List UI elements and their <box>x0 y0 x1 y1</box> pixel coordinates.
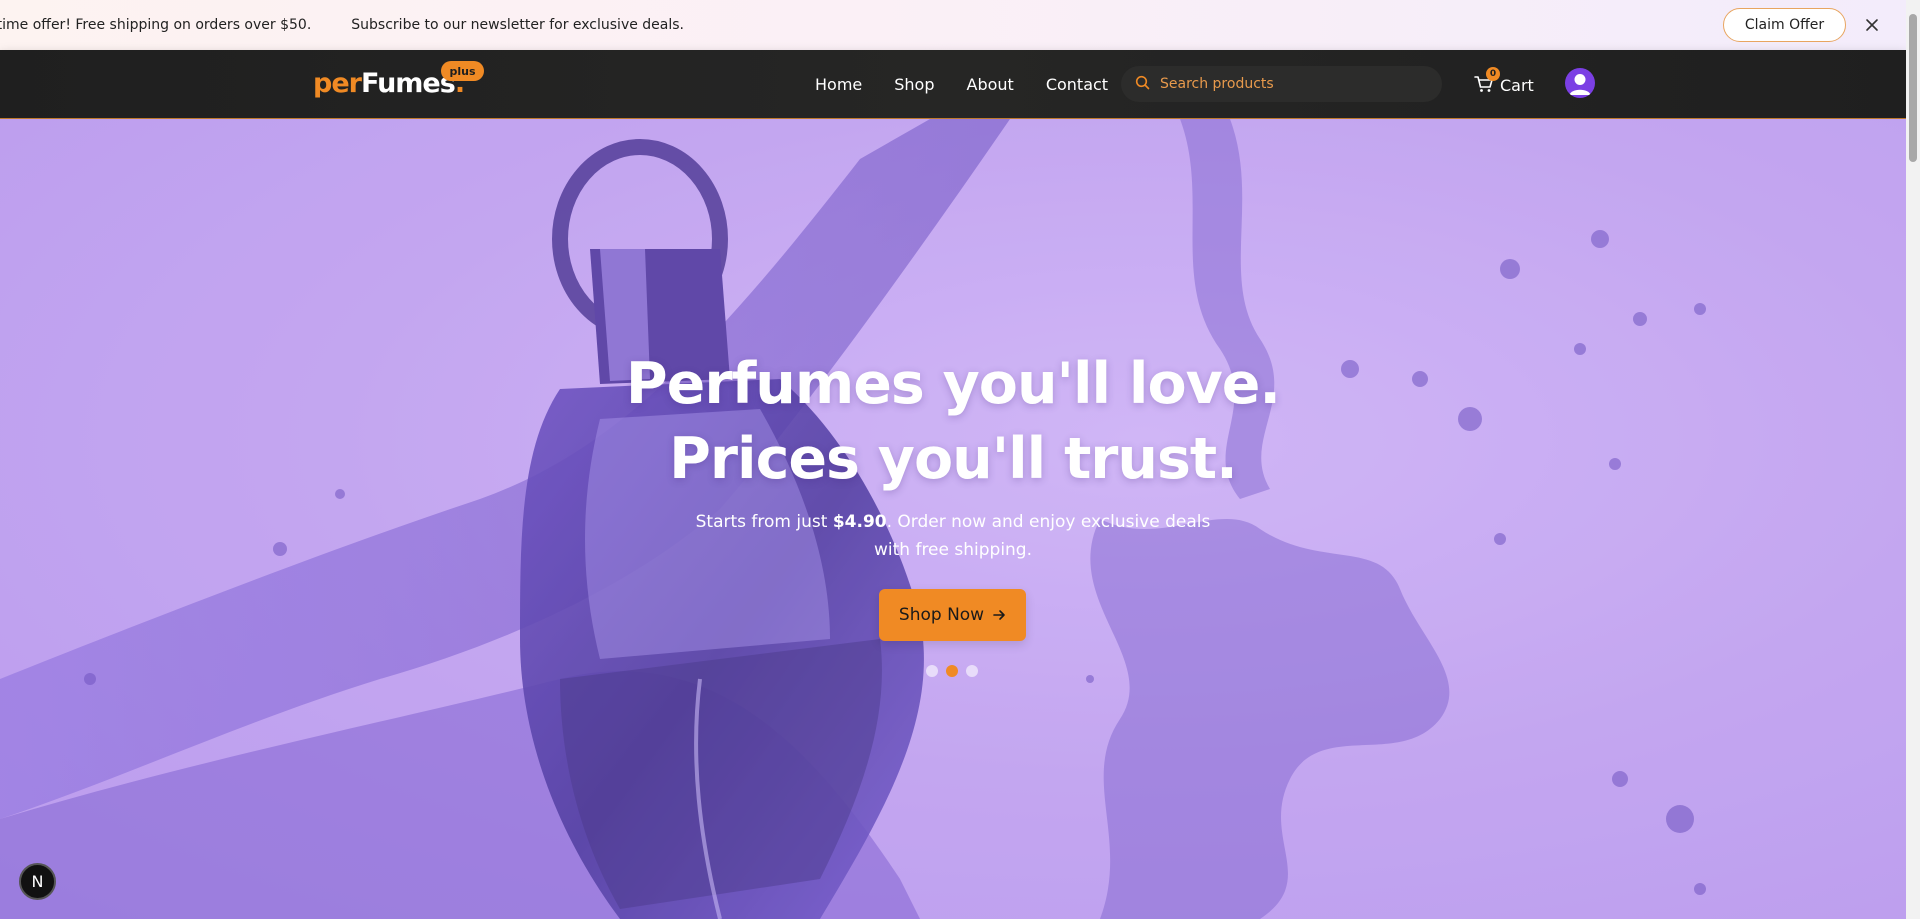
nav-home-link[interactable]: Home <box>815 75 862 94</box>
hero-title-line1: Perfumes you'll love. <box>625 351 1281 417</box>
cart-label: Cart <box>1500 75 1534 95</box>
search-bar[interactable] <box>1121 66 1442 102</box>
search-icon <box>1135 75 1150 94</box>
cart-button[interactable]: 0 Cart <box>1474 67 1534 100</box>
announcement-marquee: Limited time offer! Free shipping on ord… <box>0 0 724 50</box>
nav-contact-link[interactable]: Contact <box>1046 75 1108 94</box>
user-avatar[interactable] <box>1565 68 1595 98</box>
search-input[interactable] <box>1160 76 1420 92</box>
hero-price: $4.90 <box>832 512 887 532</box>
nav-links: Home Shop About Contact <box>815 50 1108 119</box>
announcement-message: Limited time offer! Free shipping on ord… <box>0 17 312 33</box>
main-navbar: perFumes. plus Home Shop About Contact 0… <box>0 50 1906 119</box>
shop-now-button[interactable]: Shop Now <box>879 589 1026 641</box>
close-icon[interactable] <box>1862 15 1882 35</box>
scrollbar-thumb[interactable] <box>1909 14 1917 162</box>
nextjs-dev-badge[interactable]: N <box>19 863 56 900</box>
hero-subtitle: Starts from just $4.90. Order now and en… <box>675 508 1231 564</box>
nav-shop-link[interactable]: Shop <box>894 75 934 94</box>
cart-count-badge: 0 <box>1486 67 1500 81</box>
hero-subtitle-prefix: Starts from just <box>695 512 833 532</box>
cart-icon: 0 <box>1474 67 1500 96</box>
carousel-dot-2[interactable] <box>946 665 958 677</box>
hero-subtitle-suffix: . Order now and enjoy exclusive deals wi… <box>873 512 1211 560</box>
announcement-message: Subscribe to our newsletter for exclusiv… <box>351 17 685 33</box>
carousel-dots <box>926 665 986 677</box>
page-scrollbar[interactable] <box>1906 0 1920 919</box>
arrow-right-icon <box>992 608 1006 622</box>
hero-title: Perfumes you'll love. Prices you'll trus… <box>0 347 1906 497</box>
hero-section: Perfumes you'll love. Prices you'll trus… <box>0 119 1906 919</box>
logo-per: per <box>313 68 362 99</box>
logo-plus-badge: plus <box>441 61 484 81</box>
carousel-dot-3[interactable] <box>966 665 978 677</box>
nav-about-link[interactable]: About <box>967 75 1014 94</box>
carousel-dot-1[interactable] <box>926 665 938 677</box>
claim-offer-button[interactable]: Claim Offer <box>1723 8 1846 42</box>
shop-now-label: Shop Now <box>898 605 985 625</box>
user-icon <box>1569 74 1591 95</box>
hero-title-line2: Prices you'll trust. <box>669 426 1238 492</box>
announcement-bar: Limited time offer! Free shipping on ord… <box>0 0 1906 50</box>
